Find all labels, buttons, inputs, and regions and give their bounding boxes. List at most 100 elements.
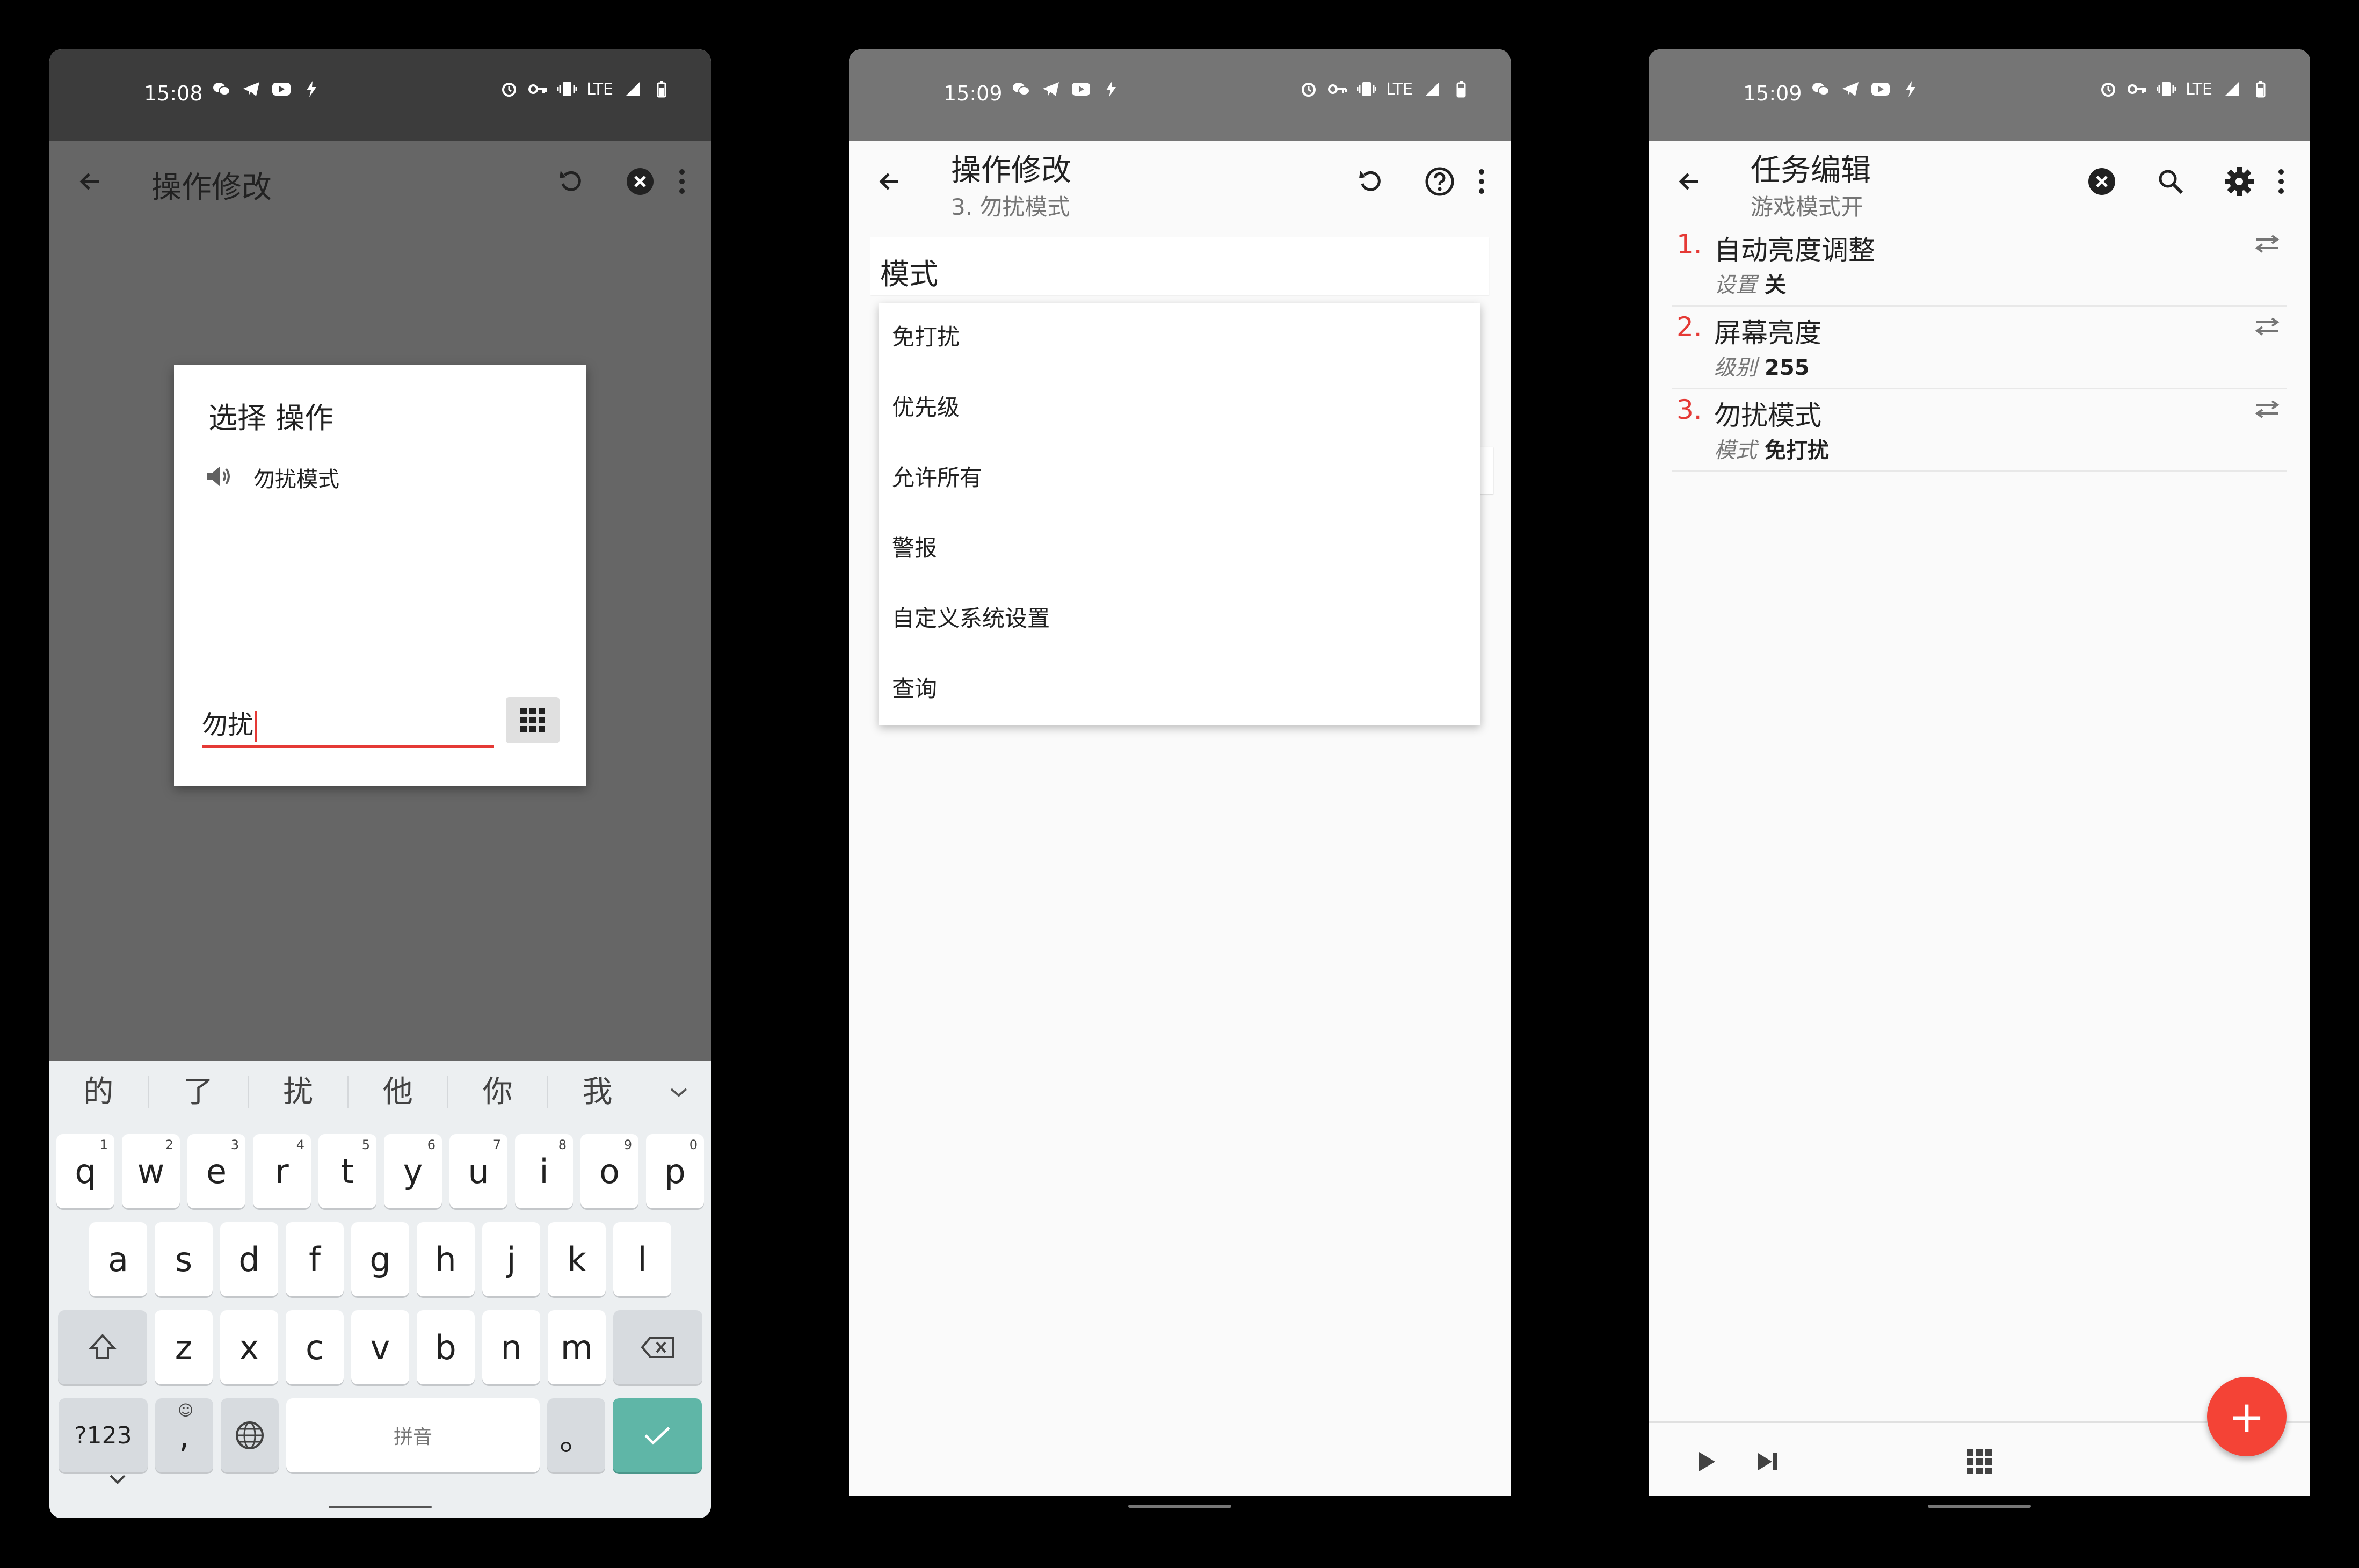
candidate-word[interactable]: 我 (548, 1076, 647, 1108)
key-k[interactable]: k (548, 1222, 606, 1296)
back-arrow-icon[interactable] (69, 160, 112, 203)
expand-candidates-chevron-down-icon[interactable] (647, 1086, 711, 1099)
text-cursor (255, 711, 257, 742)
candidate-word[interactable]: 他 (349, 1076, 449, 1108)
alarm-icon (2099, 79, 2118, 99)
key-r[interactable]: 4r (253, 1134, 311, 1208)
dropdown-option[interactable]: 优先级 (892, 391, 960, 424)
undo-icon[interactable] (550, 160, 593, 203)
vibrate-icon (557, 79, 577, 99)
more-vert-icon[interactable] (666, 160, 698, 203)
key-label: t (340, 1151, 354, 1191)
gesture-nav-bar[interactable] (1128, 1505, 1231, 1508)
settings-icon[interactable] (2218, 160, 2261, 203)
page-title: 操作修改 (951, 153, 1071, 188)
status-bar: 15:09 LTE (849, 49, 1511, 141)
back-arrow-icon[interactable] (868, 160, 911, 203)
task-action-row[interactable]: 1. 自动亮度调整 设置关 (1672, 222, 2287, 307)
key-y[interactable]: 6y (384, 1134, 442, 1208)
grid-icon[interactable] (506, 697, 560, 743)
dropdown-option[interactable]: 免打扰 (892, 321, 960, 353)
swap-icon[interactable] (2251, 400, 2283, 421)
telegram-icon (1841, 79, 1860, 99)
signal-icon (2222, 79, 2241, 99)
candidate-word[interactable]: 你 (448, 1076, 549, 1108)
key-x[interactable]: x (220, 1310, 278, 1384)
key-hint: 8 (558, 1137, 567, 1152)
key-v[interactable]: v (351, 1310, 409, 1384)
candidate-word[interactable]: 扰 (249, 1076, 349, 1108)
search-icon[interactable] (2149, 160, 2192, 203)
key-w[interactable]: 2w (122, 1134, 180, 1208)
key-row-3: z x c v b n m (49, 1310, 711, 1384)
key-u[interactable]: 7u (449, 1134, 507, 1208)
key-a[interactable]: a (89, 1222, 147, 1296)
more-vert-icon[interactable] (2265, 160, 2297, 203)
key-t[interactable]: 5t (318, 1134, 376, 1208)
candidate-word[interactable]: 了 (149, 1076, 249, 1108)
dropdown-option[interactable]: 允许所有 (892, 462, 982, 494)
app-bar: 任务编辑 游戏模式开 (1649, 141, 2310, 222)
key-d[interactable]: d (220, 1222, 278, 1296)
key-p[interactable]: 0p (646, 1134, 704, 1208)
space-key[interactable]: 拼音 (286, 1398, 540, 1472)
youtube-icon (272, 79, 291, 99)
vpn-key-icon (2128, 79, 2147, 99)
key-hint: 7 (492, 1137, 501, 1152)
action-name: 勿扰模式 (1714, 400, 1821, 431)
swap-icon[interactable] (2251, 317, 2283, 338)
shift-icon[interactable] (58, 1310, 147, 1384)
action-option[interactable]: 勿扰模式 (206, 462, 339, 493)
skip-next-icon[interactable] (1751, 1444, 1785, 1479)
flash-icon (302, 79, 321, 99)
key-s[interactable]: s (155, 1222, 213, 1296)
cancel-icon[interactable] (2080, 160, 2123, 203)
key-h[interactable]: h (417, 1222, 475, 1296)
network-type: LTE (2186, 79, 2212, 99)
dropdown-option[interactable]: 自定义系统设置 (892, 602, 1050, 635)
period-key[interactable]: 。 (547, 1398, 605, 1472)
dropdown-option[interactable]: 查询 (892, 673, 937, 705)
key-label: w (137, 1151, 165, 1191)
action-param: 模式 免打扰 (1714, 433, 1829, 464)
key-q[interactable]: 1q (56, 1134, 114, 1208)
key-o[interactable]: 9o (580, 1134, 638, 1208)
filter-input[interactable]: 勿扰 (202, 705, 494, 748)
help-icon[interactable] (1418, 160, 1461, 203)
key-m[interactable]: m (548, 1310, 606, 1384)
add-action-button[interactable]: + (2207, 1377, 2287, 1456)
grid-icon[interactable] (1962, 1444, 1997, 1479)
play-icon[interactable] (1689, 1444, 1724, 1479)
backspace-icon[interactable] (613, 1310, 702, 1384)
task-action-row[interactable]: 3. 勿扰模式 模式 免打扰 (1672, 388, 2287, 472)
dropdown-option[interactable]: 警报 (892, 532, 937, 564)
task-action-row[interactable]: 2. 屏幕亮度 级别 255 (1672, 305, 2287, 389)
hide-keyboard-chevron-down-icon[interactable] (108, 1473, 127, 1487)
key-z[interactable]: z (155, 1310, 213, 1384)
mode-field[interactable]: 模式 (870, 237, 1489, 295)
key-i[interactable]: 8i (515, 1134, 573, 1208)
key-l[interactable]: l (613, 1222, 671, 1296)
key-b[interactable]: b (417, 1310, 475, 1384)
action-option-label: 勿扰模式 (253, 467, 339, 492)
symbols-key[interactable]: ?123 (59, 1398, 148, 1472)
gesture-nav-bar[interactable] (329, 1506, 432, 1508)
key-g[interactable]: g (351, 1222, 409, 1296)
more-vert-icon[interactable] (1465, 160, 1498, 203)
swap-icon[interactable] (2251, 234, 2283, 256)
key-c[interactable]: c (286, 1310, 344, 1384)
undo-icon[interactable] (1349, 160, 1392, 203)
check-icon[interactable] (613, 1398, 702, 1472)
candidate-word[interactable]: 的 (49, 1076, 149, 1108)
globe-icon[interactable] (221, 1398, 279, 1472)
gesture-nav-bar[interactable] (1928, 1505, 2031, 1508)
comma-key[interactable]: ☺, (155, 1398, 213, 1472)
cancel-icon[interactable] (619, 160, 662, 203)
status-time: 15:09 (943, 82, 1003, 105)
key-n[interactable]: n (482, 1310, 540, 1384)
key-j[interactable]: j (482, 1222, 540, 1296)
key-e[interactable]: 3e (187, 1134, 245, 1208)
key-row-2: a s d f g h j k l (49, 1222, 711, 1296)
key-f[interactable]: f (286, 1222, 344, 1296)
back-arrow-icon[interactable] (1668, 160, 1711, 203)
